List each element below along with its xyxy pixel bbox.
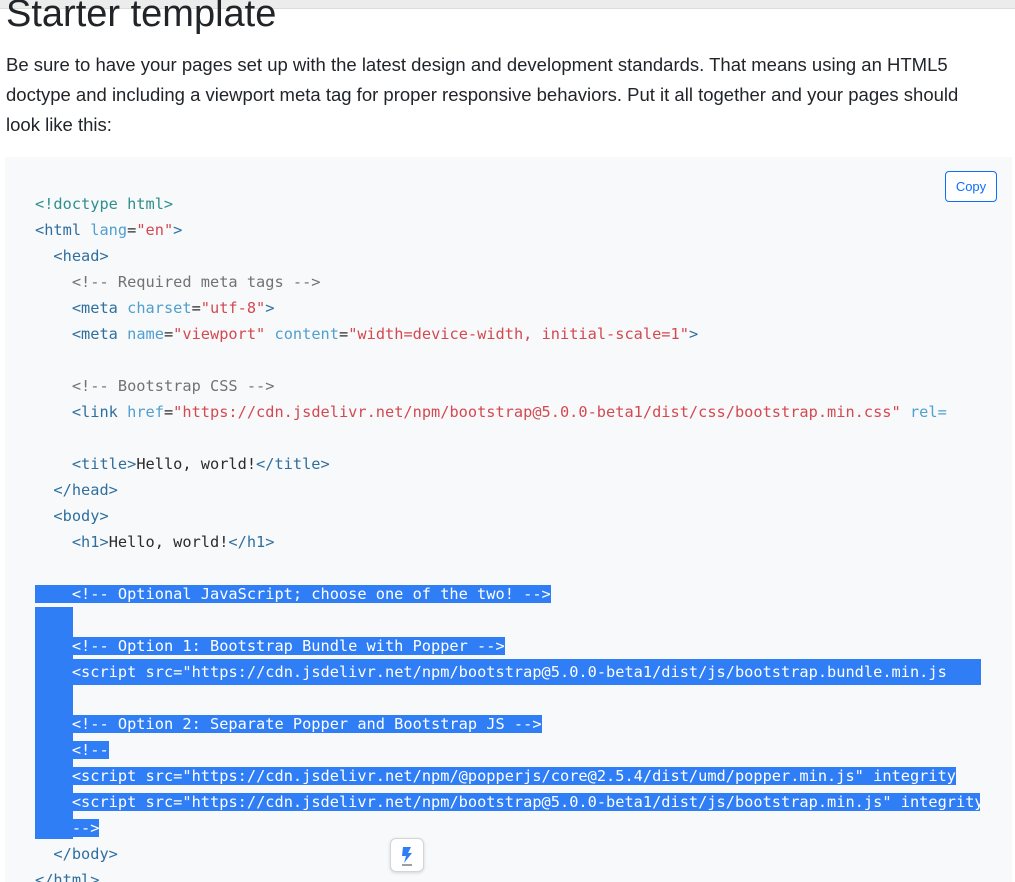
code-line: <!-- Option 1: Bootstrap Bundle with Pop… [35, 633, 980, 659]
code-line: --> [35, 815, 980, 841]
code-line: <script src="https://cdn.jsdelivr.net/np… [35, 659, 980, 685]
code-line: <head> [53, 247, 109, 265]
code-line: <body> [53, 507, 109, 525]
code-line: <!-- Option 2: Separate Popper and Boots… [35, 711, 980, 737]
code-line: <link href="https://cdn.jsdelivr.net/npm… [71, 403, 947, 421]
code-line: <title>Hello, world!</title> [71, 455, 330, 473]
code-example: Copy <!doctype html> <html lang="en"> <he… [5, 157, 1012, 882]
code-line: <!doctype html> [35, 195, 174, 213]
code-line: <!-- [35, 737, 980, 763]
code-line: <!-- Bootstrap CSS --> [71, 377, 275, 395]
code-line: <meta name="viewport" content="width=dev… [71, 325, 699, 343]
code-line: </head> [53, 481, 118, 499]
code-line: </body> [53, 845, 118, 863]
code-line: <meta charset="utf-8"> [71, 299, 275, 317]
section-heading: Starter template [6, 0, 277, 35]
code-line: <!-- Required meta tags --> [71, 273, 321, 291]
code-line: <script src="https://cdn.jsdelivr.net/np… [35, 763, 980, 789]
code-line: <!-- Optional JavaScript; choose one of … [35, 581, 980, 607]
floating-widget[interactable] [390, 838, 424, 872]
code-listing[interactable]: <!doctype html> <html lang="en"> <head> <… [35, 191, 980, 882]
code-line: <script src="https://cdn.jsdelivr.net/np… [35, 789, 980, 815]
code-line: <html lang="en"> [35, 221, 183, 239]
code-line: </html> [35, 871, 100, 882]
code-line: <h1>Hello, world!</h1> [71, 533, 275, 551]
app-launcher-icon [402, 847, 412, 866]
section-description: Be sure to have your pages set up with t… [6, 54, 959, 135]
